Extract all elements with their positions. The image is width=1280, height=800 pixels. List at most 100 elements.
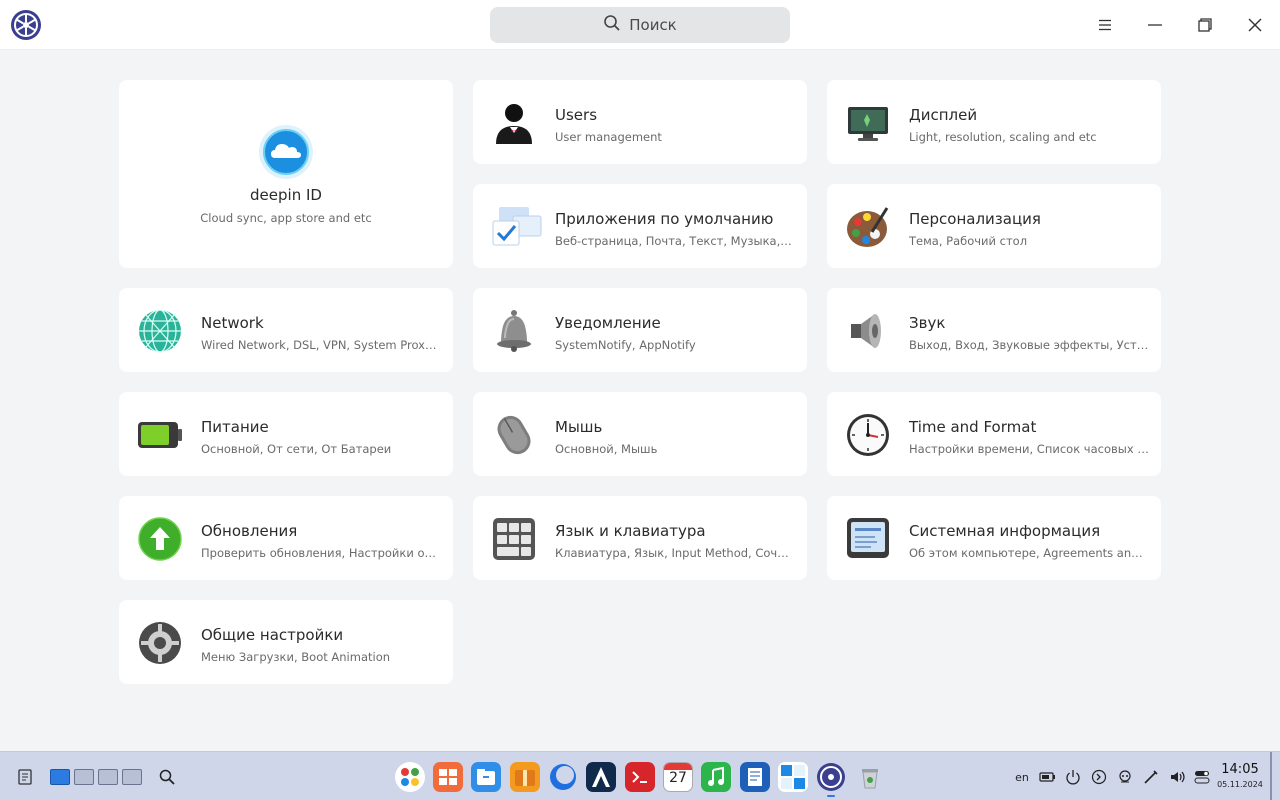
card-title: Звук — [909, 314, 946, 332]
calendar-header — [664, 763, 692, 770]
card-subtitle: User management — [555, 130, 662, 144]
power-icon[interactable] — [1064, 768, 1082, 786]
terminal-icon[interactable] — [625, 762, 655, 792]
users-icon — [491, 100, 537, 146]
language-indicator[interactable]: en — [1012, 768, 1032, 786]
card-keyboard[interactable]: Язык и клавиатура Клавиатура, Язык, Inpu… — [473, 496, 807, 580]
battery-status-icon[interactable] — [1038, 768, 1056, 786]
minimize-button[interactable] — [1140, 10, 1170, 40]
minimize-icon — [1148, 24, 1162, 26]
card-subtitle: Wired Network, DSL, VPN, System Proxy, N… — [201, 338, 441, 352]
mouse-icon — [491, 412, 537, 458]
card-power[interactable]: Питание Основной, От сети, От Батареи — [119, 392, 453, 476]
trash-icon[interactable] — [855, 762, 885, 792]
card-subtitle: Основной, Мышь — [555, 442, 658, 456]
clock-date[interactable]: 05.11.2024 — [1216, 780, 1264, 789]
card-subtitle: Cloud sync, app store and etc — [200, 211, 372, 225]
multitasking-icon[interactable] — [778, 762, 808, 792]
archive-icon[interactable] — [510, 762, 540, 792]
workspace-2[interactable] — [74, 769, 94, 785]
sound-icon — [845, 308, 891, 354]
network-icon — [137, 308, 183, 354]
card-updates[interactable]: Обновления Проверить обновления, Настрой… — [119, 496, 453, 580]
launcher-icon[interactable] — [395, 762, 425, 792]
deepin-id-icon — [258, 124, 314, 180]
control-center-icon[interactable] — [816, 762, 846, 797]
default-apps-icon — [491, 204, 542, 250]
maximize-icon — [1198, 18, 1212, 32]
file-manager-icon[interactable] — [471, 762, 501, 792]
volume-icon[interactable] — [1168, 768, 1186, 786]
card-network[interactable]: Network Wired Network, DSL, VPN, System … — [119, 288, 453, 372]
card-mouse[interactable]: Мышь Основной, Мышь — [473, 392, 807, 476]
active-indicator — [827, 795, 835, 797]
control-center-logo-icon — [10, 9, 42, 41]
show-desktop-divider[interactable] — [1270, 752, 1272, 800]
clock-icon — [845, 412, 891, 458]
battery-icon — [137, 412, 183, 458]
card-title: Системная информация — [909, 522, 1101, 540]
card-users[interactable]: Users User management — [473, 80, 807, 164]
card-title: Обновления — [201, 522, 298, 540]
card-subtitle: Выход, Вход, Звуковые эффекты, Устройст… — [909, 338, 1149, 352]
card-subtitle: Веб-страница, Почта, Текст, Музыка, Виде… — [555, 234, 795, 248]
notification-icon — [491, 308, 537, 354]
card-system-info[interactable]: Системная информация Об этом компьютере,… — [827, 496, 1161, 580]
workspace-1[interactable] — [50, 769, 70, 785]
card-general-settings[interactable]: Общие настройки Меню Загрузки, Boot Anim… — [119, 600, 453, 684]
card-notification[interactable]: Уведомление SystemNotify, AppNotify — [473, 288, 807, 372]
card-title: Мышь — [555, 418, 603, 436]
card-display[interactable]: Дисплей Light, resolution, scaling and e… — [827, 80, 1161, 164]
card-subtitle: SystemNotify, AppNotify — [555, 338, 696, 352]
card-title: deepin ID — [250, 186, 322, 204]
card-title: Приложения по умолчанию — [555, 210, 774, 228]
card-subtitle: Light, resolution, scaling and etc — [909, 130, 1097, 144]
workspace-3[interactable] — [98, 769, 118, 785]
card-title: Язык и клавиатура — [555, 522, 706, 540]
notes-icon[interactable] — [12, 764, 38, 790]
card-title: Time and Format — [909, 418, 1037, 436]
close-icon — [1248, 18, 1262, 32]
browser-icon[interactable] — [548, 762, 578, 792]
card-title: Общие настройки — [201, 626, 344, 644]
menu-button[interactable] — [1090, 10, 1120, 40]
card-title: Дисплей — [909, 106, 978, 124]
card-sound[interactable]: Звук Выход, Вход, Звуковые эффекты, Устр… — [827, 288, 1161, 372]
search-placeholder: Поиск — [629, 16, 677, 34]
card-default-apps[interactable]: Приложения по умолчанию Веб-страница, По… — [473, 184, 807, 268]
card-title: Users — [555, 106, 598, 124]
settings-grid: deepin ID Cloud sync, app store and etc … — [100, 50, 1280, 751]
search-icon[interactable] — [154, 764, 180, 790]
card-time-format[interactable]: Time and Format Настройки времени, Списо… — [827, 392, 1161, 476]
card-subtitle: Тема, Рабочий стол — [909, 234, 1028, 248]
calendar-day: 27 — [669, 770, 687, 786]
card-deepin-id[interactable]: deepin ID Cloud sync, app store and etc — [119, 80, 453, 268]
text-editor-icon[interactable] — [740, 762, 770, 792]
pen-icon[interactable] — [1142, 768, 1160, 786]
update-icon — [137, 516, 183, 562]
search-field[interactable]: Поиск — [490, 7, 790, 43]
maximize-button[interactable] — [1190, 10, 1220, 40]
card-subtitle: Основной, От сети, От Батареи — [201, 442, 392, 456]
assistant-icon[interactable] — [1116, 768, 1134, 786]
personalization-icon — [845, 204, 891, 250]
card-title: Питание — [201, 418, 269, 436]
arrow-circle-icon[interactable] — [1090, 768, 1108, 786]
system-info-icon — [845, 516, 891, 562]
card-title: Уведомление — [555, 314, 661, 332]
close-button[interactable] — [1240, 10, 1270, 40]
card-subtitle: Настройки времени, Список часовых поя… — [909, 442, 1149, 456]
app-store-icon[interactable] — [433, 762, 463, 792]
workspace-4[interactable] — [122, 769, 142, 785]
music-icon[interactable] — [701, 762, 731, 792]
left-panel — [0, 50, 100, 751]
card-subtitle: Клавиатура, Язык, Input Method, Сочетани… — [555, 546, 795, 560]
title-bar: Поиск — [0, 0, 1280, 50]
clock-time[interactable]: 14:05 — [1220, 762, 1260, 777]
card-personalization[interactable]: Персонализация Тема, Рабочий стол — [827, 184, 1161, 268]
control-panel-toggle-icon[interactable] — [1193, 768, 1211, 786]
terminal-alt-icon[interactable] — [586, 762, 616, 792]
display-icon — [845, 100, 891, 146]
calendar-icon[interactable]: 27 — [663, 762, 693, 792]
keyboard-icon — [491, 516, 537, 562]
